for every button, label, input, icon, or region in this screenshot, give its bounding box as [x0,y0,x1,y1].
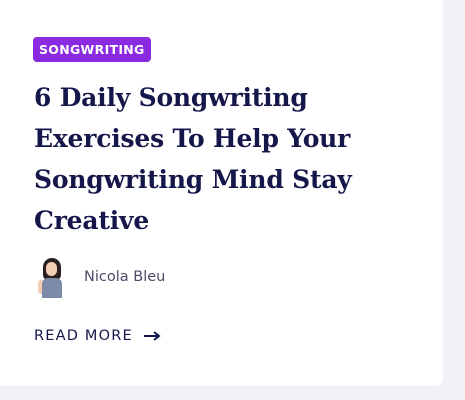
post-title[interactable]: 6 Daily Songwriting Exercises To Help Yo… [34,77,394,241]
author-byline: Nicola Bleu [34,256,165,298]
read-more-link[interactable]: READ MORE [34,326,161,346]
author-name[interactable]: Nicola Bleu [84,269,165,285]
post-card: SONGWRITING 6 Daily Songwriting Exercise… [0,0,443,386]
read-more-label: READ MORE [34,328,133,344]
arrow-right-icon [143,330,161,342]
category-badge[interactable]: SONGWRITING [33,37,151,62]
avatar [34,256,72,298]
